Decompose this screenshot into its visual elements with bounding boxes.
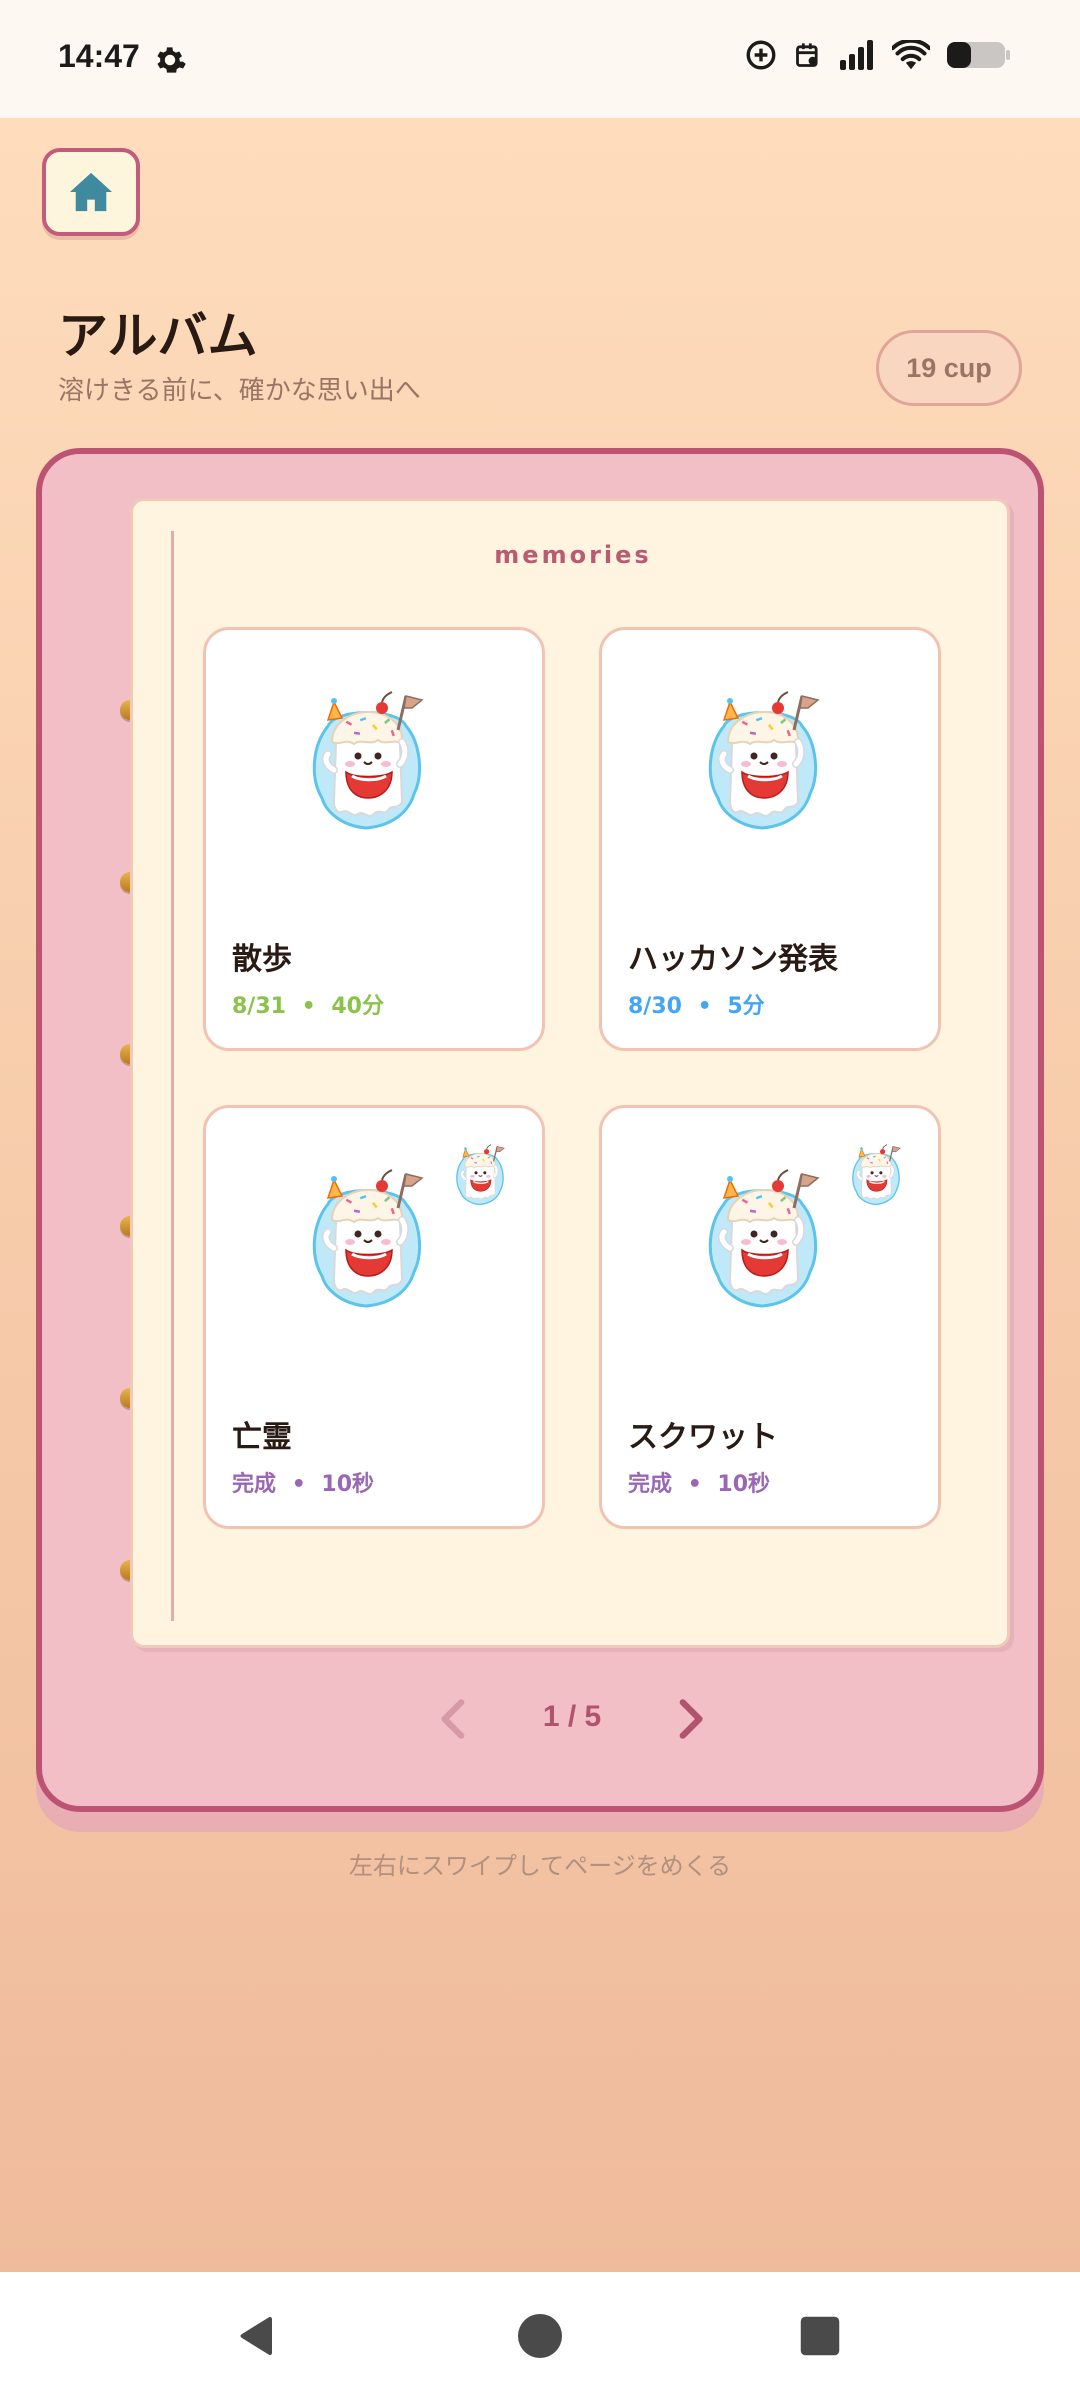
- home-circle-icon[interactable]: [516, 2312, 564, 2360]
- navigation-bar: [0, 2272, 1080, 2400]
- signal-icon: [840, 40, 873, 70]
- mascot-image: [698, 686, 828, 836]
- mascot-image: [302, 686, 432, 836]
- meta-separator: •: [687, 1472, 702, 1497]
- memory-card[interactable]: スクワット 完成 • 10秒: [599, 1105, 941, 1529]
- cup-count-badge: 19 cup: [876, 330, 1022, 406]
- memory-meta: 完成 • 10秒: [628, 1466, 770, 1498]
- back-icon[interactable]: [234, 2312, 282, 2360]
- page-indicator: 1 / 5: [542, 1700, 602, 1733]
- memory-card[interactable]: ハッカソン発表 8/30 • 5分: [599, 627, 941, 1051]
- chevron-right-icon[interactable]: [664, 1694, 714, 1744]
- status-time: 14:47: [58, 38, 140, 74]
- home-button[interactable]: [42, 148, 140, 236]
- data-saver-icon: [746, 40, 776, 70]
- page-subtitle: 溶けきる前に、確かな思い出へ: [58, 376, 421, 406]
- memory-title: ハッカソン発表: [628, 942, 838, 977]
- memory-duration: 5分: [727, 994, 765, 1019]
- mascot-image: [698, 1164, 828, 1314]
- memory-title: 散歩: [232, 942, 292, 977]
- album-page[interactable]: memories 散歩 8/31 • 40分 ハッカソン発表 8/30 • 5分: [130, 498, 1010, 1648]
- meta-separator: •: [301, 994, 316, 1019]
- memory-date: 完成: [628, 1472, 673, 1497]
- memory-duration: 40分: [331, 994, 384, 1019]
- memory-meta: 8/31 • 40分: [232, 988, 384, 1020]
- memory-date: 完成: [232, 1472, 277, 1497]
- status-bar: 14:47: [0, 0, 1080, 118]
- chevron-left-icon[interactable]: [430, 1694, 480, 1744]
- page-spine-line: [171, 531, 174, 1621]
- page-label: memories: [494, 541, 652, 569]
- memory-title: 亡霊: [232, 1420, 292, 1455]
- memory-meta: 完成 • 10秒: [232, 1466, 374, 1498]
- memory-card[interactable]: 散歩 8/31 • 40分: [203, 627, 545, 1051]
- recents-icon[interactable]: [798, 2314, 842, 2358]
- wifi-icon: [892, 40, 930, 70]
- memory-meta: 8/30 • 5分: [628, 988, 765, 1020]
- meta-separator: •: [291, 1472, 306, 1497]
- memory-duration: 10秒: [321, 1472, 375, 1497]
- album-book[interactable]: memories 散歩 8/31 • 40分 ハッカソン発表 8/30 • 5分: [36, 448, 1044, 1812]
- memory-card[interactable]: 亡霊 完成 • 10秒: [203, 1105, 545, 1529]
- memory-date: 8/31: [232, 994, 286, 1019]
- mascot-image: [302, 1164, 432, 1314]
- calendar-icon: [796, 43, 818, 67]
- meta-separator: •: [697, 994, 712, 1019]
- memory-title: スクワット: [628, 1420, 778, 1455]
- memory-duration: 10秒: [717, 1472, 771, 1497]
- home-icon: [70, 172, 112, 212]
- page-title: アルバム: [58, 307, 258, 365]
- swipe-hint: 左右にスワイプしてページをめくる: [348, 1852, 732, 1880]
- memory-date: 8/30: [628, 994, 682, 1019]
- mini-mascot-icon: [846, 1142, 906, 1208]
- gear-icon: [157, 47, 186, 73]
- battery-icon: [947, 42, 1010, 68]
- mini-mascot-icon: [450, 1142, 510, 1208]
- pager: 1 / 5: [42, 1690, 1050, 1750]
